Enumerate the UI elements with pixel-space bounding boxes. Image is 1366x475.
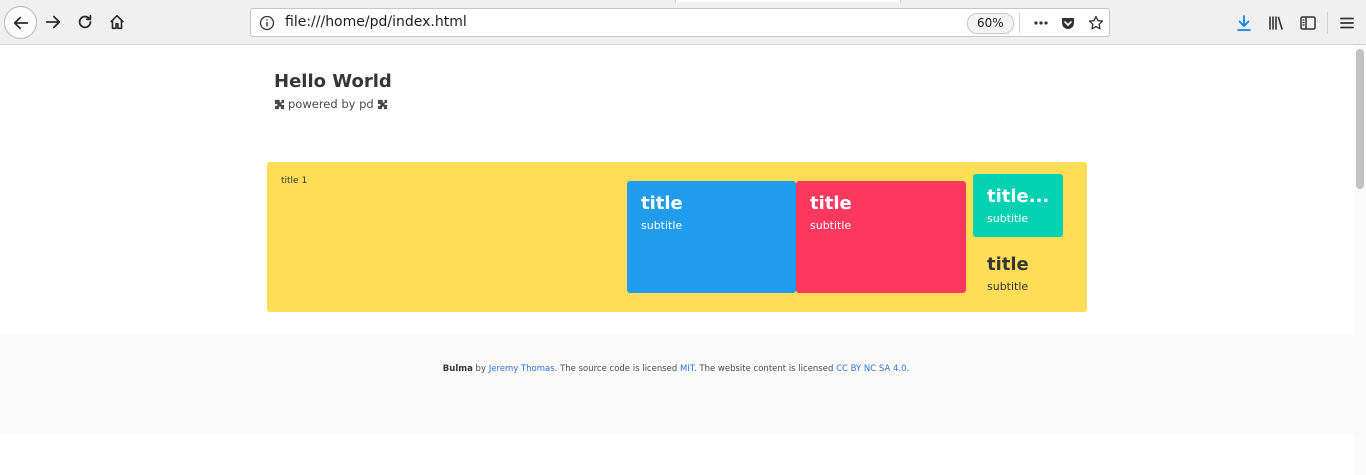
footer-text-1: . The source code is licensed — [554, 364, 678, 374]
footer-author-link[interactable]: Jeremy Thomas — [489, 364, 555, 374]
forward-button[interactable] — [38, 7, 68, 37]
url-separator — [1019, 13, 1020, 33]
tile-subtitle: subtitle — [987, 280, 1029, 293]
downloads-button[interactable] — [1233, 12, 1255, 34]
page-footer: Bulma by Jeremy Thomas. The source code … — [0, 335, 1354, 435]
web-page: Hello World powered by pd title 1 title … — [0, 45, 1354, 475]
sidebar-icon — [1300, 16, 1316, 30]
url-text[interactable]: file:///home/pd/index.html — [285, 14, 467, 30]
library-icon — [1269, 16, 1283, 30]
tile-ancestor: title 1 title subtitle title subtitle ti… — [267, 162, 1087, 312]
back-arrow-icon — [13, 16, 28, 29]
url-bar[interactable]: file:///home/pd/index.html 60% — [250, 8, 1110, 37]
menu-button[interactable] — [1336, 12, 1358, 34]
reload-icon — [78, 14, 92, 29]
footer-cc-link[interactable]: CC BY NC SA 4.0 — [836, 364, 906, 374]
puzzle-icon — [274, 99, 285, 109]
footer-mit-link[interactable]: MIT — [680, 364, 694, 374]
subtitle-text: powered by pd — [288, 97, 374, 111]
hamburger-menu-icon — [1340, 17, 1354, 29]
tile-subtitle: subtitle — [810, 219, 852, 232]
sidebar-button[interactable] — [1297, 12, 1319, 34]
page-title: Hello World — [274, 71, 392, 92]
primary-tile: title... subtitle — [973, 174, 1063, 237]
tile-subtitle: subtitle — [641, 219, 683, 232]
scrollbar-thumb[interactable] — [1356, 49, 1364, 189]
puzzle-icon — [377, 99, 387, 109]
download-icon — [1237, 15, 1251, 31]
more-dots-icon — [1034, 21, 1048, 25]
zoom-level-badge[interactable]: 60% — [967, 13, 1014, 34]
tile-title: title — [810, 193, 852, 214]
reload-button[interactable] — [70, 7, 100, 37]
tile-container-title: title 1 — [281, 176, 308, 186]
home-icon — [110, 14, 124, 30]
footer-by: by — [475, 364, 486, 374]
danger-tile: title subtitle — [796, 181, 966, 293]
info-tile: title subtitle — [627, 181, 796, 293]
browser-toolbar: file:///home/pd/index.html 60% — [0, 0, 1366, 45]
toolbar-separator — [1327, 12, 1328, 34]
pocket-icon — [1062, 18, 1074, 29]
pocket-button[interactable] — [1058, 13, 1078, 33]
bookmark-button[interactable] — [1086, 13, 1106, 33]
forward-arrow-icon — [45, 15, 61, 29]
back-button[interactable] — [4, 6, 37, 39]
footer-text: Bulma by Jeremy Thomas. The source code … — [0, 364, 1353, 374]
tile-subtitle: subtitle — [987, 212, 1029, 225]
tab-edge — [675, 0, 676, 3]
vertical-scrollbar[interactable] — [1354, 45, 1366, 475]
home-button[interactable] — [102, 7, 132, 37]
tile-title: title... — [987, 186, 1050, 207]
footer-text-2: . The website content is licensed — [694, 364, 834, 374]
tab-edge — [900, 0, 901, 3]
page-actions-button[interactable] — [1031, 13, 1051, 33]
plain-tile: title subtitle — [973, 242, 1073, 298]
page-subtitle: powered by pd — [274, 97, 388, 111]
star-icon — [1088, 15, 1104, 30]
footer-text-3: . — [906, 364, 910, 374]
tile-title: title — [987, 254, 1029, 275]
tile-title: title — [641, 193, 683, 214]
info-icon[interactable] — [259, 15, 275, 31]
footer-brand: Bulma — [442, 364, 473, 374]
tab-strip-highlight — [676, 0, 900, 2]
library-button[interactable] — [1265, 12, 1287, 34]
